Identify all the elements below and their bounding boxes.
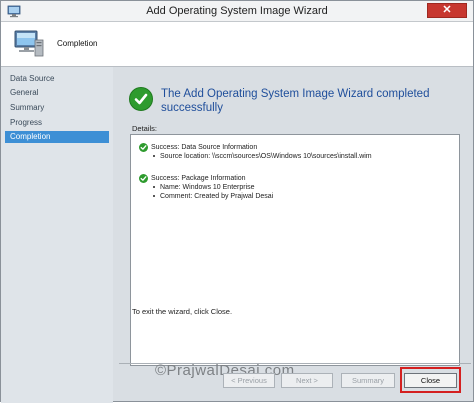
success-check-icon (129, 87, 153, 111)
sidebar-item-general[interactable]: General (5, 87, 109, 99)
completion-headline: The Add Operating System Image Wizard co… (161, 87, 461, 115)
bullet-icon (153, 195, 155, 198)
sidebar-item-progress[interactable]: Progress (5, 117, 109, 129)
summary-button[interactable]: Summary (341, 373, 395, 388)
detail-title: Success: Package Information (151, 175, 246, 182)
close-button-highlight (400, 367, 461, 393)
page-title: Completion (57, 39, 98, 48)
sidebar-item-summary[interactable]: Summary (5, 102, 109, 114)
success-check-icon (139, 143, 148, 152)
detail-line: Source location: \\sccm\sources\OS\Windo… (153, 153, 372, 160)
completion-panel: The Add Operating System Image Wizard co… (119, 71, 471, 366)
detail-line-text: Name: Windows 10 Enterprise (160, 184, 255, 191)
next-button[interactable]: Next > (281, 373, 333, 388)
bullet-icon (153, 186, 155, 189)
detail-line-text: Source location: \\sccm\sources\OS\Windo… (160, 153, 372, 160)
details-label: Details: (132, 124, 158, 133)
detail-line: Name: Windows 10 Enterprise (153, 184, 255, 191)
sidebar-item-completion[interactable]: Completion (5, 131, 109, 143)
headline-line-2: successfully (161, 102, 223, 114)
wizard-steps-sidebar: Data Source General Summary Progress Com… (1, 67, 113, 403)
detail-line-text: Comment: Created by Prajwal Desai (160, 193, 274, 200)
title-bar: Add Operating System Image Wizard ✕ (1, 1, 473, 22)
details-box[interactable]: Success: Data Source Information Source … (130, 134, 460, 366)
window-close-button[interactable]: ✕ (427, 3, 467, 18)
sidebar-item-data-source[interactable]: Data Source (5, 73, 109, 85)
previous-button[interactable]: < Previous (223, 373, 275, 388)
bullet-icon (153, 155, 155, 158)
computer-icon (14, 30, 44, 57)
page-header: Completion (1, 22, 473, 67)
headline-line-1: The Add Operating System Image Wizard co… (161, 88, 430, 100)
window-title: Add Operating System Image Wizard (146, 5, 328, 17)
wizard-window: Add Operating System Image Wizard ✕ Comp… (0, 0, 474, 403)
success-check-icon (139, 174, 148, 183)
detail-title: Success: Data Source Information (151, 144, 258, 151)
exit-instructions: To exit the wizard, click Close. (132, 307, 233, 316)
detail-line: Comment: Created by Prajwal Desai (153, 193, 273, 200)
